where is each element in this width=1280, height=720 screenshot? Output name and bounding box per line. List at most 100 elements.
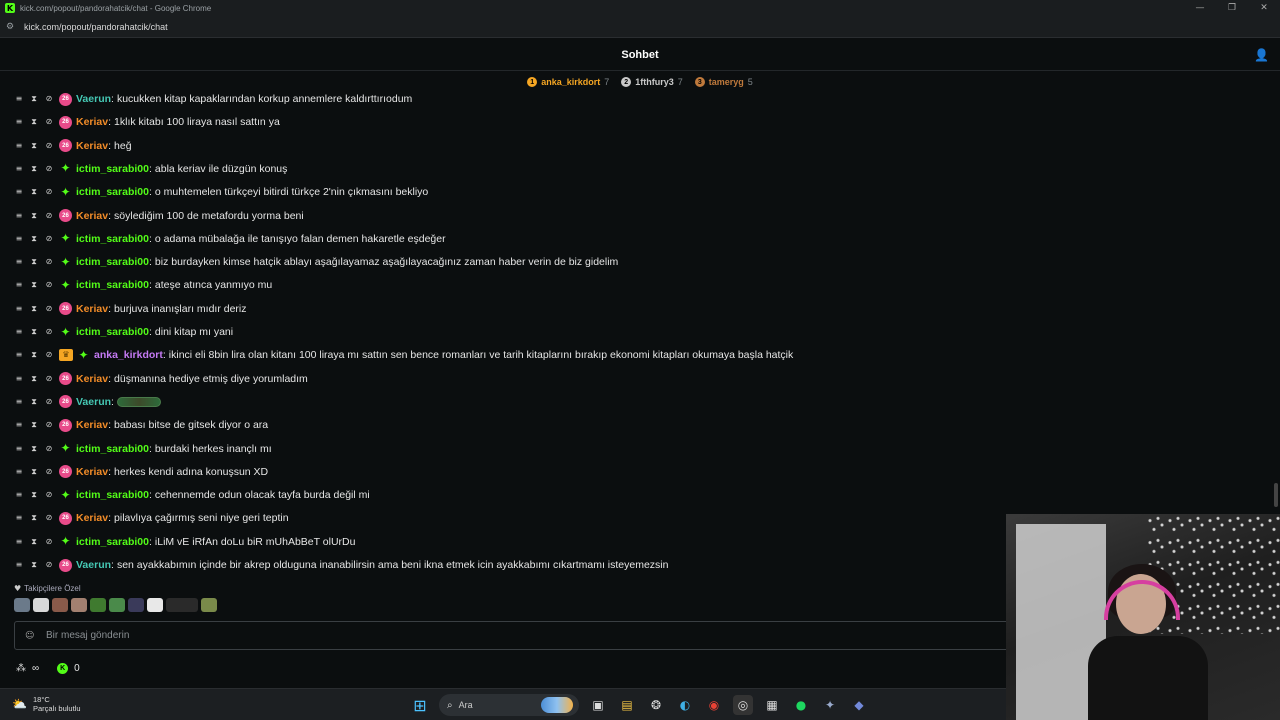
message-username[interactable]: ictim_sarabi00 <box>76 256 149 268</box>
message-username[interactable]: Keriav <box>76 466 108 478</box>
ban-icon[interactable]: ⊘ <box>44 560 54 570</box>
ban-icon[interactable]: ⊘ <box>44 234 54 244</box>
ban-icon[interactable]: ⊘ <box>44 164 54 174</box>
ban-icon[interactable]: ⊘ <box>44 397 54 407</box>
emoji-icon[interactable]: ☺ <box>25 631 35 641</box>
chat-message[interactable]: ≡ ⧗ ⊘ 26 Vaerun: sen ayakkabımın içinde bir a… <box>14 556 668 574</box>
pin-icon[interactable]: ≡ <box>14 164 24 174</box>
timeout-icon[interactable]: ⧗ <box>29 350 39 360</box>
timeout-icon[interactable]: ⧗ <box>29 304 39 314</box>
message-username[interactable]: Keriav <box>76 303 108 315</box>
timeout-icon[interactable]: ⧗ <box>29 280 39 290</box>
chat-message[interactable]: ≡ ⧗ ⊘ ✦ ictim_sarabi00: dini kitap mı yani <box>14 323 233 341</box>
ban-icon[interactable]: ⊘ <box>44 280 54 290</box>
maximize-icon[interactable]: ❐ <box>1216 0 1248 16</box>
chat-message[interactable]: ≡ ⧗ ⊘ 26 Keriav: burjuva inanışları mıdır der… <box>14 300 247 318</box>
emote-1[interactable] <box>14 598 30 612</box>
timeout-icon[interactable]: ⧗ <box>29 420 39 430</box>
site-settings-icon[interactable]: ⚙ <box>6 22 16 32</box>
leaderboard-name[interactable]: tameryg <box>709 77 744 87</box>
message-username[interactable]: Keriav <box>76 512 108 524</box>
users-icon[interactable]: 👤 <box>1254 48 1269 62</box>
discord-icon[interactable]: ◆ <box>849 695 869 715</box>
ban-icon[interactable]: ⊘ <box>44 327 54 337</box>
message-username[interactable]: anka_kirkdort <box>94 349 163 361</box>
message-username[interactable]: ictim_sarabi00 <box>76 536 149 548</box>
chat-scrollbar[interactable] <box>1274 91 1278 507</box>
chat-message[interactable]: ≡ ⧗ ⊘ 26 Keriav: düşmanına hediye etmiş diye … <box>14 370 308 388</box>
pin-icon[interactable]: ≡ <box>14 211 24 221</box>
timeout-icon[interactable]: ⧗ <box>29 117 39 127</box>
timeout-icon[interactable]: ⧗ <box>29 327 39 337</box>
timeout-icon[interactable]: ⧗ <box>29 397 39 407</box>
steam-icon[interactable]: ✦ <box>820 695 840 715</box>
message-username[interactable]: ictim_sarabi00 <box>76 163 149 175</box>
pin-icon[interactable]: ≡ <box>14 397 24 407</box>
timeout-icon[interactable]: ⧗ <box>29 467 39 477</box>
chat-message[interactable]: ≡ ⧗ ⊘ 26 Vaerun: kucukken kitap kapaklarından… <box>14 91 412 108</box>
ban-icon[interactable]: ⊘ <box>44 94 54 104</box>
pin-icon[interactable]: ≡ <box>14 141 24 151</box>
timeout-icon[interactable]: ⧗ <box>29 444 39 454</box>
ban-icon[interactable]: ⊘ <box>44 374 54 384</box>
timeout-icon[interactable]: ⧗ <box>29 234 39 244</box>
ban-icon[interactable]: ⊘ <box>44 304 54 314</box>
pin-icon[interactable]: ≡ <box>14 280 24 290</box>
chat-message[interactable]: ≡ ⧗ ⊘ ✦ ictim_sarabi00: abla keriav ile düzgü… <box>14 160 288 178</box>
message-username[interactable]: Vaerun <box>76 396 111 408</box>
message-username[interactable]: ictim_sarabi00 <box>76 279 149 291</box>
message-username[interactable]: ictim_sarabi00 <box>76 186 149 198</box>
chat-message[interactable]: ≡ ⧗ ⊘ 26 Keriav: herkes kendi adına konuşsun … <box>14 463 268 481</box>
message-username[interactable]: Vaerun <box>76 559 111 571</box>
pin-icon[interactable]: ≡ <box>14 304 24 314</box>
chat-message[interactable]: ≡ ⧗ ⊘ ✦ ictim_sarabi00: o adama mübalağa ile … <box>14 230 446 248</box>
message-username[interactable]: Vaerun <box>76 93 111 105</box>
pin-icon[interactable]: ≡ <box>14 444 24 454</box>
timeout-icon[interactable]: ⧗ <box>29 187 39 197</box>
timeout-icon[interactable]: ⧗ <box>29 94 39 104</box>
chat-message[interactable]: ≡ ⧗ ⊘ ✦ ictim_sarabi00: ateşe atınca yanmıyo … <box>14 276 273 294</box>
message-username[interactable]: Keriav <box>76 210 108 222</box>
pin-icon[interactable]: ≡ <box>14 490 24 500</box>
ban-icon[interactable]: ⊘ <box>44 467 54 477</box>
chat-message[interactable]: ≡ ⧗ ⊘ ✦ ictim_sarabi00: biz burdayken kimse h… <box>14 253 619 271</box>
pin-icon[interactable]: ≡ <box>14 467 24 477</box>
message-input[interactable] <box>46 630 946 641</box>
message-username[interactable]: ictim_sarabi00 <box>76 326 149 338</box>
chat-message[interactable]: ≡ ⧗ ⊘ ✦ ictim_sarabi00: o muhtemelen türkçeyi… <box>14 183 429 201</box>
taskbar-search[interactable]: ⌕ Ara <box>439 694 579 716</box>
pin-icon[interactable]: ≡ <box>14 94 24 104</box>
spotify-icon[interactable]: ● <box>791 695 811 715</box>
pin-icon[interactable]: ≡ <box>14 117 24 127</box>
chat-message[interactable]: ≡ ⧗ ⊘ ✦ ictim_sarabi00: burdaki herkes inançl… <box>14 440 272 458</box>
leaderboard-name[interactable]: 1fthfury3 <box>635 77 674 87</box>
emote-10[interactable] <box>201 598 217 612</box>
pin-icon[interactable]: ≡ <box>14 537 24 547</box>
emote-8[interactable] <box>147 598 163 612</box>
leaderboard-item[interactable]: 3 tameryg 5 <box>694 77 753 87</box>
chat-message[interactable]: ≡ ⧗ ⊘ 26 Keriav: heğ <box>14 137 132 155</box>
message-username[interactable]: ictim_sarabi00 <box>76 489 149 501</box>
ban-icon[interactable]: ⊘ <box>44 117 54 127</box>
chatgpt-icon[interactable]: ❂ <box>646 695 666 715</box>
timeout-icon[interactable]: ⧗ <box>29 537 39 547</box>
chat-message[interactable]: ≡ ⧗ ⊘ 26 Keriav: pilavlıya çağırmış seni niye… <box>14 509 289 527</box>
kick-points-icon[interactable]: K <box>57 662 69 674</box>
timeout-icon[interactable]: ⧗ <box>29 257 39 267</box>
ban-icon[interactable]: ⊘ <box>44 490 54 500</box>
chat-message[interactable]: ≡ ⧗ ⊘ 26 Vaerun: <box>14 393 161 411</box>
chrome-icon[interactable]: ◉ <box>704 695 724 715</box>
ban-icon[interactable]: ⊘ <box>44 211 54 221</box>
emote-3[interactable] <box>52 598 68 612</box>
pin-icon[interactable]: ≡ <box>14 560 24 570</box>
app-icon[interactable]: ▦ <box>762 695 782 715</box>
emote-2[interactable] <box>33 598 49 612</box>
file-explorer-icon[interactable]: ▤ <box>617 695 637 715</box>
pin-icon[interactable]: ≡ <box>14 257 24 267</box>
task-view-icon[interactable]: ▣ <box>588 695 608 715</box>
minimize-icon[interactable]: — <box>1184 0 1216 16</box>
message-username[interactable]: Keriav <box>76 419 108 431</box>
emote-9[interactable] <box>166 598 198 612</box>
ban-icon[interactable]: ⊘ <box>44 513 54 523</box>
close-icon[interactable]: ✕ <box>1248 0 1280 16</box>
